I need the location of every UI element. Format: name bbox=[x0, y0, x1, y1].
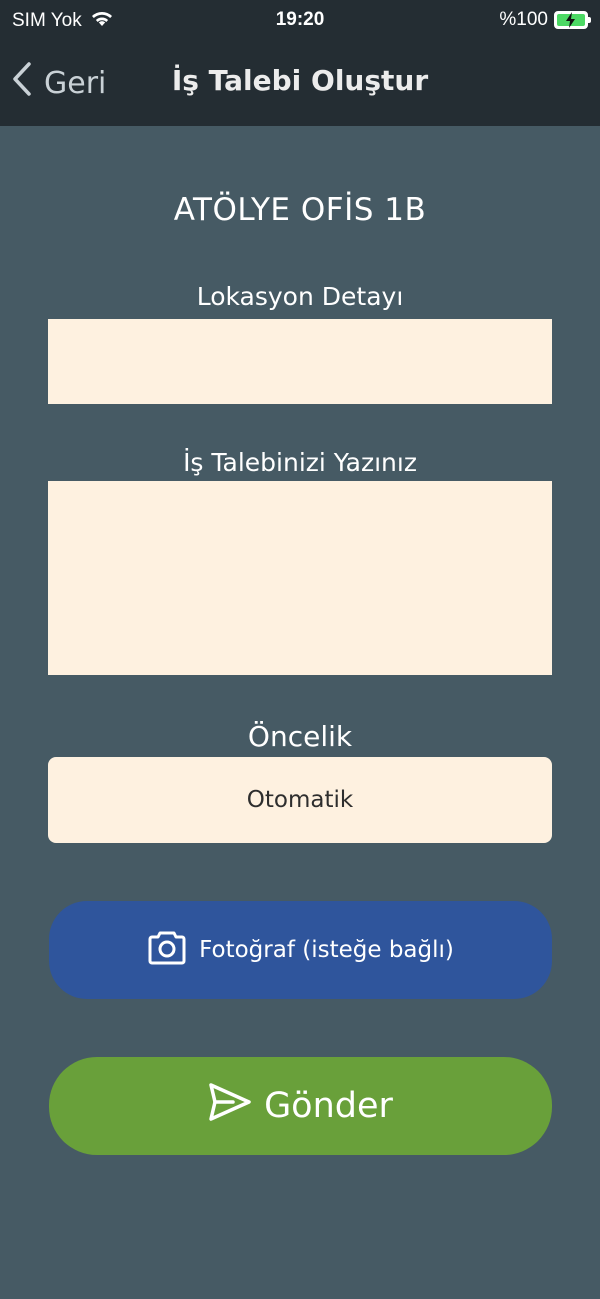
request-textarea[interactable] bbox=[48, 481, 552, 675]
camera-icon bbox=[147, 927, 187, 973]
location-detail-input[interactable] bbox=[48, 319, 552, 404]
send-icon bbox=[208, 1082, 252, 1131]
battery-info: %100 bbox=[499, 9, 591, 31]
priority-select[interactable]: Otomatik bbox=[48, 757, 552, 843]
send-button[interactable]: Gönder bbox=[49, 1057, 552, 1155]
location-detail-label: Lokasyon Detayı bbox=[196, 282, 404, 311]
priority-label: Öncelik bbox=[247, 720, 353, 753]
battery-percent: %100 bbox=[499, 9, 548, 30]
status-bar: SIM Yok 19:20 %100 bbox=[0, 0, 600, 42]
battery-charging-icon bbox=[554, 11, 591, 29]
photo-button-label: Fotoğraf (isteğe bağlı) bbox=[199, 937, 454, 963]
navigation-bar: Geri İş Talebi Oluştur bbox=[0, 42, 600, 126]
send-button-label: Gönder bbox=[264, 1086, 393, 1126]
request-label: İş Talebinizi Yazınız bbox=[183, 448, 417, 477]
photo-button[interactable]: Fotoğraf (isteğe bağlı) bbox=[49, 901, 552, 999]
top-bar: SIM Yok 19:20 %100 Geri İş Talebi Oluştu… bbox=[0, 0, 600, 126]
priority-value: Otomatik bbox=[246, 787, 354, 813]
page-title: İş Talebi Oluştur bbox=[171, 64, 429, 97]
location-name: ATÖLYE OFİS 1B bbox=[173, 192, 427, 228]
